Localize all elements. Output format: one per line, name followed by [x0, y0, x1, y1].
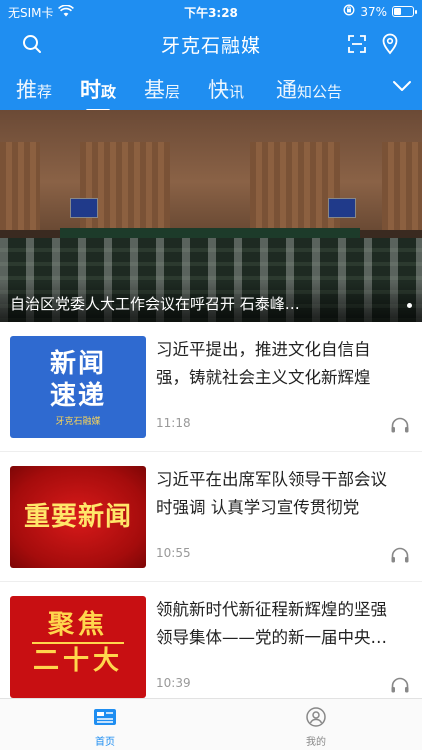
news-thumbnail: 聚焦 二十大	[10, 596, 146, 698]
location-icon[interactable]	[378, 32, 402, 56]
carousel-indicator	[407, 303, 412, 308]
news-thumbnail: 新闻 速递 牙克石融媒	[10, 336, 146, 438]
tab-flash-news[interactable]: 快讯	[208, 74, 244, 104]
headphones-icon[interactable]	[390, 676, 410, 698]
news-title: 领航新时代新征程新辉煌的坚强领导集体——党的新一届中央…	[156, 600, 387, 647]
news-time: 10:39	[156, 676, 191, 690]
scan-icon[interactable]	[345, 32, 369, 56]
news-thumbnail: 重要新闻	[10, 466, 146, 568]
hero-caption: 自治区党委人大工作会议在呼召开 石泰峰…	[10, 295, 300, 313]
news-title: 习近平在出席军队领导干部会议时强调 认真学习宣传贯彻党的…	[156, 470, 387, 517]
home-news-icon	[75, 707, 135, 730]
tab-notices[interactable]: 通知公告	[276, 74, 342, 104]
tab-mine[interactable]: 我的	[286, 707, 346, 748]
tab-grassroots[interactable]: 基层	[144, 74, 180, 104]
news-title: 习近平提出，推进文化自信自强，铸就社会主义文化新辉煌	[156, 340, 371, 387]
app-header: 无SIM卡 下午3:28 37% 牙克石融媒 推荐 时政 基层 快讯 通知公告	[0, 0, 422, 112]
headphones-icon[interactable]	[390, 546, 410, 568]
news-item[interactable]: 新闻 速递 牙克石融媒 习近平提出，推进文化自信自强，铸就社会主义文化新辉煌 1…	[0, 322, 422, 452]
battery-percent: 37%	[360, 4, 387, 19]
hero-image	[0, 110, 422, 230]
thumbnail-logo: 牙克石融媒	[55, 417, 101, 427]
tab-politics[interactable]: 时政	[80, 74, 116, 112]
chevron-down-icon[interactable]	[392, 78, 412, 97]
news-time: 10:55	[156, 546, 191, 560]
tab-home-label: 首页	[95, 737, 115, 748]
news-item[interactable]: 聚焦 二十大 领航新时代新征程新辉煌的坚强领导集体——党的新一届中央… 10:3…	[0, 582, 422, 712]
battery-icon	[392, 6, 417, 17]
news-item[interactable]: 重要新闻 习近平在出席军队领导干部会议时强调 认真学习宣传贯彻党的… 10:55	[0, 452, 422, 582]
hero-banner[interactable]: 自治区党委人大工作会议在呼召开 石泰峰…	[0, 110, 422, 322]
orientation-lock-icon	[343, 4, 355, 19]
tab-home[interactable]: 首页	[75, 707, 135, 748]
bottom-tab-bar: 首页 我的	[0, 698, 422, 750]
status-bar: 无SIM卡 下午3:28 37%	[0, 0, 422, 22]
tab-mine-label: 我的	[306, 737, 326, 748]
news-time: 11:18	[156, 416, 191, 430]
headphones-icon[interactable]	[390, 416, 410, 438]
channel-tabs: 推荐 时政 基层 快讯 通知公告	[0, 66, 422, 112]
user-icon	[286, 707, 346, 730]
tab-recommend[interactable]: 推荐	[16, 74, 52, 104]
nav-bar: 牙克石融媒	[0, 22, 422, 66]
